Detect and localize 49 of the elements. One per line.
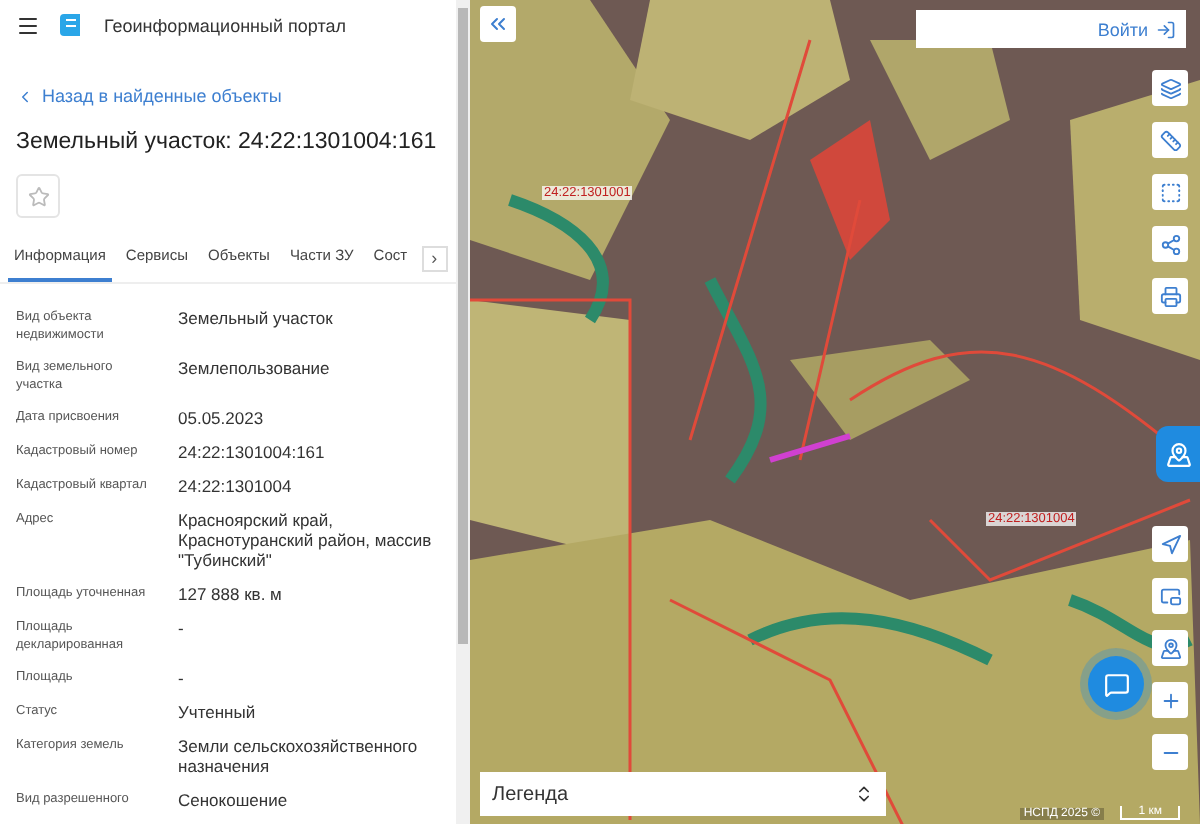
field-value: -	[178, 668, 186, 688]
map-pin-button[interactable]	[1152, 630, 1188, 666]
object-title: Земельный участок: 24:22:1301004:161	[16, 130, 439, 154]
double-chevron-icon	[486, 12, 510, 36]
map-pin-icon	[1165, 441, 1191, 467]
tabs-scroll-button[interactable]: ›	[421, 245, 448, 271]
field-value: Земли сельскохозяйственного назначения	[178, 736, 420, 776]
field-value: Земельный участок	[178, 308, 335, 332]
field-value: 05.05.2023	[178, 408, 266, 428]
navigation-arrow-icon	[1159, 533, 1181, 555]
share-icon	[1159, 233, 1181, 255]
dashed-square-button[interactable]	[1152, 174, 1188, 210]
side-panel-button[interactable]	[1156, 426, 1200, 482]
scrollbar-thumb[interactable]	[458, 8, 468, 644]
ruler-button[interactable]	[1152, 122, 1188, 158]
portal-title: Геоинформационный портал	[104, 15, 346, 35]
layers-icon	[1159, 77, 1181, 99]
map-pin-icon	[1159, 637, 1181, 659]
share-button[interactable]	[1152, 226, 1188, 262]
ruler-icon	[1159, 129, 1181, 151]
back-link[interactable]: Назад в найденные объекты	[16, 86, 440, 106]
layers-button[interactable]	[1152, 70, 1188, 106]
field-value: Учтенный	[178, 702, 258, 722]
field-value: Красноярский край, Краснотуранский район, массив "Тубинский"	[178, 510, 434, 570]
plus-icon	[1159, 689, 1181, 711]
field-value: Землепользование	[178, 358, 332, 382]
printer-icon	[1159, 285, 1181, 307]
field-value: 24:22:1301004	[178, 476, 294, 496]
field-value: Сенокошение	[178, 790, 290, 810]
up-down-chevron-icon	[854, 784, 874, 804]
collapse-panel-button[interactable]	[480, 6, 516, 42]
zoom-out-button[interactable]	[1152, 734, 1188, 770]
field-value: 127 888 кв. м	[178, 584, 284, 604]
star-icon	[27, 185, 49, 207]
logo-icon	[60, 12, 84, 38]
login-icon	[1156, 19, 1176, 39]
chevron-left-icon	[16, 87, 34, 105]
menu-icon[interactable]	[16, 13, 40, 37]
printer-button[interactable]	[1152, 278, 1188, 314]
locate-button[interactable]	[1152, 526, 1188, 562]
field-value: 24:22:1301004:161	[178, 442, 327, 462]
picture-in-picture-button[interactable]	[1152, 578, 1188, 614]
picture-in-picture-icon	[1159, 585, 1181, 607]
field-value: -	[178, 618, 186, 642]
login-button[interactable]: Войти	[916, 10, 1186, 48]
chat-icon	[1103, 671, 1129, 697]
legend-select[interactable]: Легенда	[480, 772, 886, 816]
dashed-square-icon	[1159, 181, 1181, 203]
zoom-in-button[interactable]	[1152, 682, 1188, 718]
